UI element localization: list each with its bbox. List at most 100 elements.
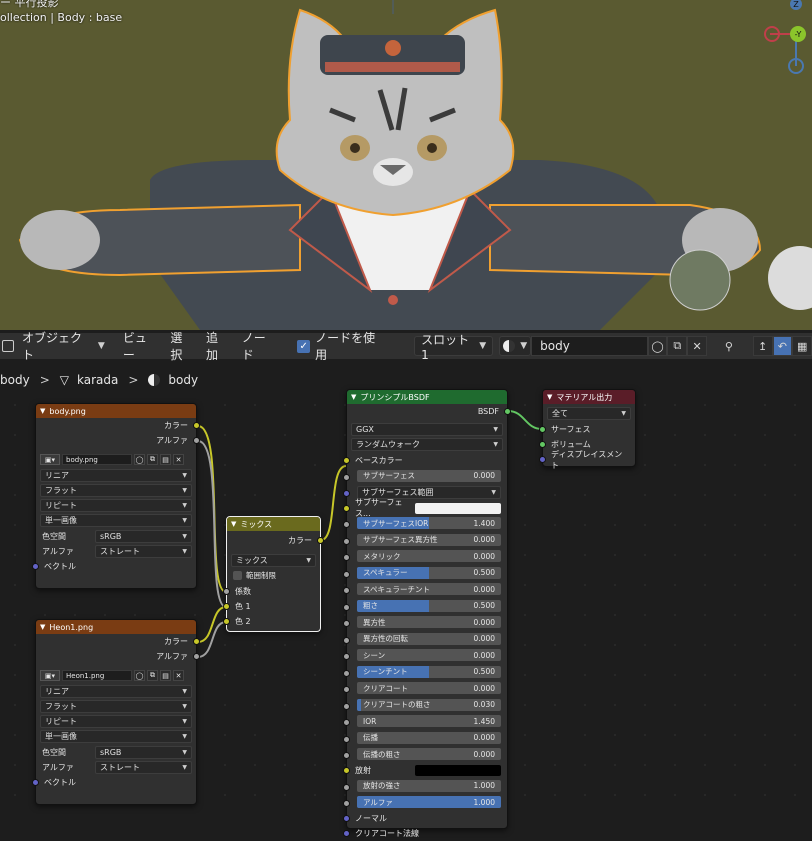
input-socket[interactable] [343,636,350,644]
input-socket[interactable] [343,735,350,743]
value-slider[interactable]: メタリック 0.000 [357,550,501,562]
interpolation-select[interactable]: リニア ▼ [40,685,192,698]
input-socket[interactable] [32,563,39,570]
input-socket[interactable] [343,686,350,693]
output-socket[interactable] [504,408,511,415]
colorspace-select[interactable]: sRGB ▼ [95,746,192,759]
duplicate-material-icon[interactable]: ⧉ [667,336,688,356]
input-socket[interactable] [343,815,350,822]
material-name-field[interactable]: body [531,336,648,356]
image-texture-node-heon[interactable]: ▼ Heon1.png カラー アルファ ▣▾ Heon1.png ◯ ⧉ ▤ … [32,619,200,805]
fake-user-shield-icon[interactable]: ◯ [134,454,145,465]
close-icon[interactable]: ✕ [173,454,184,465]
input-socket[interactable] [32,779,39,786]
source-select[interactable]: 単一画像 ▼ [40,730,192,743]
snap-icon[interactable]: ↶ [772,336,793,356]
input-socket[interactable] [343,603,350,611]
output-socket[interactable] [193,437,200,444]
node-header[interactable]: ▼ Heon1.png [36,620,196,634]
input-socket[interactable] [343,521,350,528]
duplicate-icon[interactable]: ⧉ [147,454,158,465]
menu-view[interactable]: ビュー [117,331,165,362]
duplicate-icon[interactable]: ⧉ [147,670,158,681]
editor-type-button[interactable] [0,336,16,356]
input-socket[interactable] [539,456,546,463]
value-slider[interactable]: スペキュラーチント 0.000 [357,583,501,595]
input-socket[interactable] [223,603,230,610]
input-socket[interactable] [343,620,350,627]
value-slider[interactable]: アルファ 1.000 [357,796,501,808]
value-slider[interactable]: シーンチント 0.500 [357,665,501,678]
value-slider[interactable]: サブサーフェス異方性 0.000 [357,533,501,546]
input-socket[interactable] [539,426,546,433]
value-slider[interactable]: 異方性 0.000 [357,616,501,628]
unlink-close-icon[interactable]: ✕ [687,336,707,356]
node-header[interactable]: ▼ プリンシプルBSDF [347,390,507,404]
render-target-select[interactable]: 全て ▼ [547,407,631,420]
output-socket[interactable] [193,638,200,645]
slot-dropdown[interactable]: スロット1 ▼ [414,333,494,362]
input-socket[interactable] [343,719,350,726]
principled-bsdf-node[interactable]: ▼ プリンシプルBSDF BSDF GGX ▼ ランダムウォーク ▼ ベースカラー … [343,389,511,838]
mix-node[interactable]: ▼ ミックス カラー ミックス ▼ 範囲制限 係数 色 1 色 2 [223,516,324,632]
input-socket[interactable] [343,783,350,791]
input-socket[interactable] [343,537,350,545]
output-socket[interactable] [193,653,200,660]
value-slider[interactable]: 放射の強さ 1.000 [357,779,501,792]
image-name-field[interactable]: body.png [62,454,132,465]
value-slider[interactable]: 伝播の粗さ 0.000 [357,748,501,760]
projection-select[interactable]: フラット ▼ [40,700,192,713]
image-browse-icon[interactable]: ▣▾ [40,670,60,681]
node-header[interactable]: ▼ マテリアル出力 [543,390,635,404]
value-slider[interactable]: スペキュラー 0.500 [357,566,501,579]
output-socket[interactable] [193,422,200,429]
colorspace-select[interactable]: sRGB ▼ [95,530,192,543]
input-socket[interactable] [343,587,350,594]
node-editor-canvas[interactable]: ▼ body.png カラー アルファ ▣▾ body.png ◯ ⧉ ▤ ✕ … [0,389,812,838]
folder-icon[interactable]: ▤ [160,670,171,681]
menu-add[interactable]: 追加 [200,331,236,362]
input-socket[interactable] [343,830,350,837]
value-slider[interactable]: IOR 1.450 [357,715,501,727]
interpolation-select[interactable]: リニア ▼ [40,469,192,482]
source-select[interactable]: 単一画像 ▼ [40,514,192,527]
input-socket[interactable] [343,669,350,677]
clamp-checkbox[interactable]: 範囲制限 [233,569,314,582]
use-nodes-toggle[interactable]: ✓ ノードを使用 [291,331,392,362]
input-socket[interactable] [223,588,230,595]
image-texture-node-body[interactable]: ▼ body.png カラー アルファ ▣▾ body.png ◯ ⧉ ▤ ✕ … [32,403,200,589]
emission-color-swatch[interactable] [415,765,501,776]
input-socket[interactable] [343,570,350,578]
value-slider[interactable]: クリアコート 0.000 [357,682,501,694]
input-socket[interactable] [343,504,350,512]
node-header[interactable]: ▼ body.png [36,404,196,418]
material-browse-button[interactable]: ▼ [499,336,532,356]
collapse-triangle-icon[interactable]: ▼ [40,407,45,415]
value-slider[interactable]: サブサーフェス 0.000 [357,469,501,482]
input-socket[interactable] [343,653,350,660]
subsurface-method-select[interactable]: ランダムウォーク ▼ [351,438,503,451]
node-header[interactable]: ▼ ミックス [227,517,320,531]
output-socket[interactable] [317,537,324,544]
input-socket[interactable] [343,800,350,807]
value-slider[interactable]: 異方性の回転 0.000 [357,632,501,645]
alpha-mode-select[interactable]: ストレート ▼ [95,761,192,774]
value-slider[interactable]: 粗さ 0.500 [357,599,501,612]
menu-node[interactable]: ノード [236,331,284,362]
fake-user-shield-icon[interactable]: ◯ [134,670,145,681]
input-socket[interactable] [343,702,350,710]
extension-select[interactable]: リピート ▼ [40,715,192,728]
input-socket[interactable] [343,767,350,774]
collapse-triangle-icon[interactable]: ▼ [231,520,236,528]
input-socket[interactable] [343,473,350,481]
value-slider[interactable]: クリアコートの粗さ 0.030 [357,698,501,711]
input-socket[interactable] [343,489,350,497]
mode-dropdown[interactable]: オブジェクト ▼ [16,331,111,362]
image-name-field[interactable]: Heon1.png [62,670,132,681]
blend-type-select[interactable]: ミックス ▼ [231,554,316,567]
input-socket[interactable] [343,752,350,759]
extension-select[interactable]: リピート ▼ [40,499,192,512]
value-slider[interactable]: 伝播 0.000 [357,731,501,744]
image-browse-icon[interactable]: ▣▾ [40,454,60,465]
menu-select[interactable]: 選択 [164,331,200,362]
